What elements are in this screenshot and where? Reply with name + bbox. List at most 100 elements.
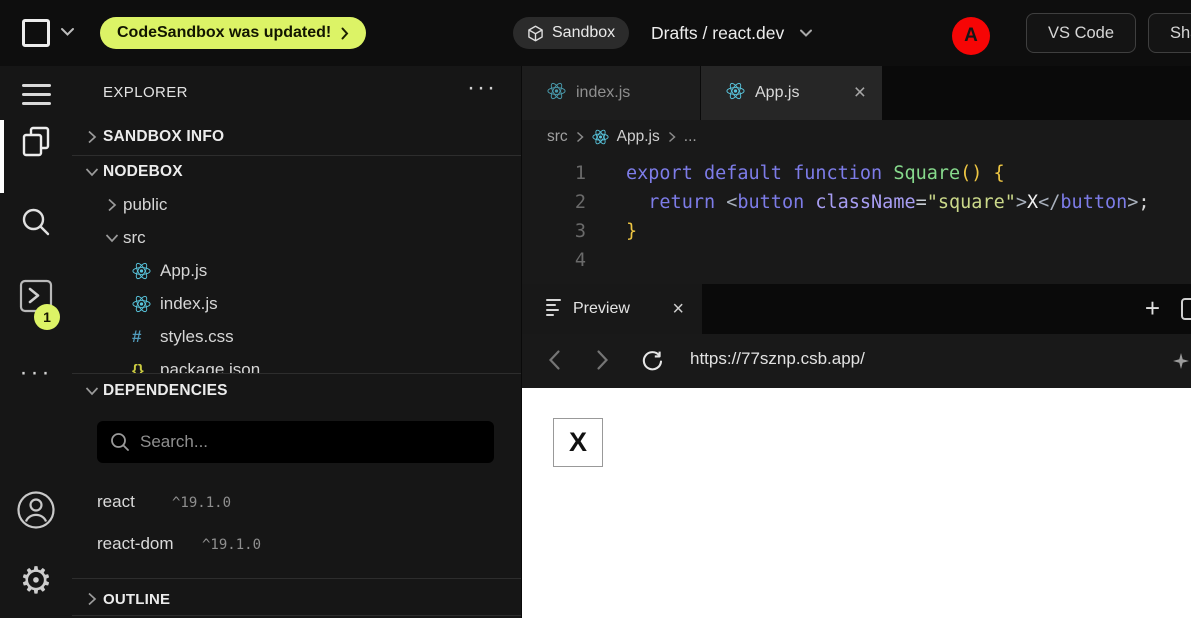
react-icon — [132, 262, 160, 280]
url-field[interactable]: https://77sznp.csb.app/ — [690, 349, 865, 369]
code-text: } — [586, 217, 637, 246]
section-nodebox[interactable]: NODEBOX — [72, 158, 521, 186]
code-line[interactable]: 2 return <button className="square">X</b… — [522, 188, 1191, 217]
code-line[interactable]: 1export default function Square() { — [522, 159, 1191, 188]
vs-code-button[interactable]: VS Code — [1026, 13, 1136, 53]
dependency-name: react — [97, 492, 135, 512]
forward-icon[interactable] — [596, 349, 609, 371]
workspace-menu-chevron-down-icon[interactable] — [60, 27, 75, 37]
breadcrumb-segment[interactable]: src — [547, 128, 568, 146]
line-number: 2 — [522, 188, 586, 217]
tab-index-js[interactable]: index.js — [522, 66, 701, 120]
close-preview-icon[interactable]: × — [672, 299, 684, 319]
section-label: SANDBOX INFO — [103, 128, 224, 146]
react-icon — [547, 82, 566, 105]
chevron-right-icon — [101, 198, 123, 212]
explorer-files-icon[interactable] — [0, 126, 72, 158]
update-banner-button[interactable]: CodeSandbox was updated! — [100, 17, 366, 49]
preview-nav-bar: https://77sznp.csb.app/ — [522, 334, 1191, 388]
chevron-right-icon — [668, 131, 676, 143]
chevron-right-icon — [81, 130, 103, 144]
file-item-index-js[interactable]: index.js — [72, 290, 521, 318]
sandbox-type-badge[interactable]: Sandbox — [513, 17, 629, 49]
dependency-name: react-dom — [97, 534, 174, 554]
line-number: 1 — [522, 159, 586, 188]
react-icon — [132, 295, 160, 313]
folder-label: public — [123, 195, 167, 215]
section-dependencies[interactable]: DEPENDENCIES — [72, 373, 521, 407]
preview-tab[interactable]: Preview × — [522, 284, 702, 334]
account-icon[interactable] — [0, 490, 72, 530]
vs-code-button-label: VS Code — [1048, 24, 1114, 43]
section-label: DEPENDENCIES — [103, 382, 228, 400]
square-button[interactable]: X — [553, 418, 603, 467]
react-icon — [592, 129, 609, 145]
chevron-right-icon — [576, 131, 584, 143]
folder-label: src — [123, 228, 146, 248]
dependency-search-input[interactable] — [140, 432, 481, 452]
chevron-down-icon — [101, 233, 123, 243]
dependency-search — [97, 421, 494, 463]
menu-icon[interactable] — [0, 84, 72, 111]
more-panels-icon[interactable]: ··· — [0, 366, 72, 380]
top-bar: CodeSandbox was updated! Sandbox Drafts … — [0, 0, 1191, 66]
dependency-row-react-dom[interactable]: react-dom ^19.1.0 — [72, 532, 521, 560]
refresh-icon[interactable] — [640, 350, 664, 374]
sparkle-icon[interactable] — [1173, 353, 1189, 369]
search-icon — [110, 432, 130, 452]
section-label: OUTLINE — [103, 591, 170, 608]
code-text: export default function Square() { — [586, 159, 1005, 188]
codesandbox-logo[interactable] — [22, 19, 50, 47]
folder-item-src[interactable]: src — [72, 224, 521, 252]
code-text — [586, 246, 626, 275]
explorer-sidebar: EXPLORER ··· SANDBOX INFO NODEBOX public… — [72, 66, 521, 618]
tab-label: index.js — [576, 84, 630, 102]
file-item-styles-css[interactable]: # styles.css — [72, 323, 521, 351]
project-breadcrumb-label: Drafts / react.dev — [651, 23, 784, 44]
tab-app-js[interactable]: App.js × — [701, 66, 882, 120]
settings-gear-icon[interactable]: ⚙ — [0, 562, 72, 600]
activity-bar: 1 ··· ⚙ — [0, 66, 72, 618]
dependency-row-react[interactable]: react ^19.1.0 — [72, 490, 521, 518]
code-text: return <button className="square">X</but… — [586, 188, 1150, 217]
preview-tab-label: Preview — [573, 300, 630, 318]
code-line[interactable]: 3} — [522, 217, 1191, 246]
close-tab-icon[interactable]: × — [854, 83, 866, 103]
section-label: NODEBOX — [103, 163, 183, 181]
breadcrumb-segment[interactable]: ... — [684, 128, 697, 146]
react-icon — [726, 82, 745, 105]
code-line[interactable]: 4 — [522, 246, 1191, 275]
avatar[interactable]: A — [952, 17, 990, 55]
breadcrumb-segment[interactable]: App.js — [617, 128, 660, 146]
section-sandbox-info[interactable]: SANDBOX INFO — [72, 123, 521, 151]
back-icon[interactable] — [548, 349, 561, 371]
explorer-title: EXPLORER — [103, 84, 188, 101]
add-devtool-icon[interactable]: + — [1145, 293, 1160, 324]
project-breadcrumb[interactable]: Drafts / react.dev — [651, 0, 813, 66]
preview-content: X — [522, 388, 1191, 618]
chevron-down-icon — [81, 167, 103, 177]
sandbox-badge-label: Sandbox — [552, 24, 615, 42]
share-button[interactable]: Share — [1148, 13, 1191, 53]
line-number: 4 — [522, 246, 586, 275]
dependency-version: ^19.1.0 — [172, 495, 231, 511]
chevron-down-icon — [81, 386, 103, 396]
code-editor[interactable]: 1export default function Square() {2 ret… — [522, 154, 1191, 284]
file-label: App.js — [160, 261, 207, 281]
file-label: styles.css — [160, 327, 234, 347]
editor-pane: index.js App.js × src App.js ... 1export… — [521, 66, 1191, 618]
preview-tab-bar: Preview × + — [522, 284, 1191, 334]
file-item-app-js[interactable]: App.js — [72, 257, 521, 285]
divider — [72, 155, 521, 156]
section-outline[interactable]: OUTLINE — [72, 583, 521, 615]
folder-item-public[interactable]: public — [72, 191, 521, 219]
share-button-label: Share — [1170, 24, 1191, 43]
project-chevron-down-icon — [799, 29, 813, 38]
divider — [72, 578, 521, 579]
split-view-icon[interactable] — [1181, 298, 1191, 320]
tab-label: App.js — [755, 84, 799, 102]
search-icon[interactable] — [0, 206, 72, 238]
cube-icon — [527, 25, 544, 42]
explorer-more-actions-icon[interactable]: ··· — [467, 74, 497, 102]
dependency-version: ^19.1.0 — [202, 537, 261, 553]
